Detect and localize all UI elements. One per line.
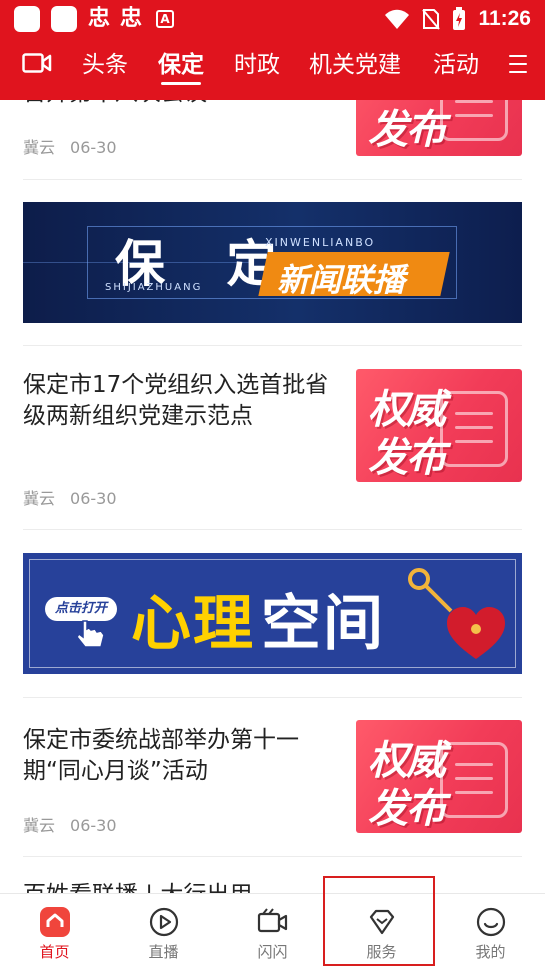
menu-icon[interactable]	[509, 55, 527, 79]
thumb-text: 发布	[368, 786, 446, 832]
tab-label: 我的	[475, 943, 506, 961]
news-date: 06-30	[70, 816, 117, 835]
divider	[23, 345, 522, 346]
notification-icon	[51, 6, 77, 32]
tab-home[interactable]: 首页	[0, 894, 109, 968]
divider	[23, 697, 522, 698]
play-icon	[149, 907, 179, 937]
news-title[interactable]: 保定市17个党组织入选首批省级两新组织党建示范点	[23, 370, 333, 432]
tab-label: 闪闪	[257, 943, 288, 961]
video-camera-icon[interactable]	[22, 52, 52, 74]
app-notification-icon: 忠	[88, 6, 111, 31]
document-icon	[440, 742, 508, 818]
keyboard-a-icon: A	[156, 10, 175, 28]
divider	[23, 179, 522, 180]
thumb-text: 发布	[368, 107, 446, 153]
news-source: 冀云	[23, 489, 56, 508]
thumb-text: 发布	[368, 435, 446, 481]
top-bar: 忠 忠 A 11:26 头条 保定 时政 机关党建 活动	[0, 0, 545, 100]
divider	[23, 856, 522, 857]
status-bar: 忠 忠 A 11:26	[0, 0, 545, 38]
news-title[interactable]: 保定市委统战部举办第十一期“同心月谈”活动	[23, 725, 333, 787]
active-tab-indicator	[161, 82, 201, 85]
tab-label: 服务	[366, 943, 397, 961]
tab-label: 首页	[39, 943, 70, 961]
channel-tabs: 头条 保定 时政 机关党建 活动	[0, 38, 545, 100]
tab-service[interactable]: 服务	[327, 894, 436, 968]
key-icon	[408, 568, 453, 613]
news-source: 冀云	[23, 138, 56, 157]
news-meta: 冀云 06-30	[23, 134, 117, 158]
tab-baoding[interactable]: 保定	[158, 50, 204, 80]
tab-profile[interactable]: 我的	[436, 894, 545, 968]
news-thumbnail[interactable]: 权威 发布	[356, 369, 522, 482]
video-camera-icon	[257, 908, 288, 933]
news-source: 冀云	[23, 816, 56, 835]
notification-icon	[14, 6, 40, 32]
smile-icon	[476, 907, 506, 937]
news-feed[interactable]: 召开第十八次会议 冀云06-30 发布 保 定 SHIJIAZHUANG XIN…	[0, 0, 545, 968]
document-icon	[440, 391, 508, 467]
sim-icon	[422, 9, 441, 30]
wifi-icon	[385, 9, 410, 29]
tab-toutiao[interactable]: 头条	[82, 50, 128, 80]
mental-space-banner[interactable]: 点击打开 心理 空间	[23, 553, 522, 674]
tab-huodong[interactable]: 活动	[433, 50, 479, 80]
battery-charging-icon	[453, 7, 466, 30]
banner-word-white: 空间	[261, 589, 385, 659]
status-time: 11:26	[478, 7, 531, 30]
tab-shizheng[interactable]: 时政	[234, 50, 280, 80]
news-meta: 冀云 06-30	[23, 485, 117, 509]
hand-pointer-icon	[76, 620, 105, 648]
diamond-icon	[369, 909, 395, 935]
news-date: 06-30	[70, 489, 117, 508]
home-icon	[40, 907, 70, 937]
tab-jiguan-dangjian[interactable]: 机关党建	[309, 50, 401, 80]
tab-shanshan[interactable]: 闪闪	[218, 894, 327, 968]
bottom-tab-bar: 首页 直播 闪闪 服务 我的	[0, 893, 545, 968]
banner-pinyin-name: XINWENLIANBO	[265, 236, 376, 249]
news-broadcast-banner[interactable]: 保 定 SHIJIAZHUANG XINWENLIANBO 新闻联播	[23, 202, 522, 323]
banner-subtitle: 新闻联播	[277, 261, 406, 299]
banner-word-yellow: 心理	[131, 589, 255, 659]
app-notification-icon: 忠	[120, 6, 143, 31]
divider	[23, 529, 522, 530]
news-thumbnail[interactable]: 权威 发布	[356, 720, 522, 833]
tab-label: 直播	[148, 943, 179, 961]
news-meta: 冀云 06-30	[23, 812, 117, 836]
banner-pinyin-city: SHIJIAZHUANG	[105, 282, 203, 293]
tab-live[interactable]: 直播	[109, 894, 218, 968]
news-date: 06-30	[70, 138, 117, 157]
